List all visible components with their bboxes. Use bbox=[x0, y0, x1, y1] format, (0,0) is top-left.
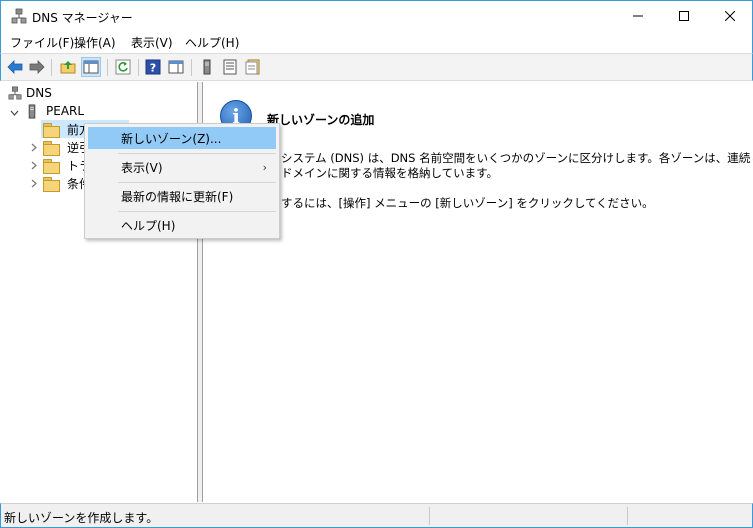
show-hide-tree-button[interactable] bbox=[81, 57, 101, 77]
properties-icon bbox=[245, 59, 260, 75]
menu-view[interactable]: 表示(V) bbox=[131, 34, 173, 51]
content-pane: i 新しいゾーンの追加 システム (DNS) は、DNS 名前空間をいくつかのゾ… bbox=[202, 82, 753, 502]
tree-item-dns[interactable]: DNS bbox=[8, 84, 52, 102]
back-button[interactable] bbox=[6, 58, 24, 76]
context-item-help[interactable]: ヘルプ(H) bbox=[88, 214, 276, 236]
context-item-view[interactable]: 表示(V) › bbox=[88, 156, 276, 178]
context-menu: 新しいゾーン(Z)... 表示(V) › 最新の情報に更新(F) ヘルプ(H) bbox=[84, 123, 280, 239]
server-button[interactable] bbox=[198, 58, 216, 76]
back-icon bbox=[7, 60, 23, 74]
menu-file[interactable]: ファイル(F) bbox=[10, 34, 74, 51]
menu-help[interactable]: ヘルプ(H) bbox=[185, 34, 239, 51]
show-hide-tree-icon bbox=[83, 60, 99, 74]
tree-item-pearl[interactable]: PEARL bbox=[26, 102, 84, 120]
context-separator bbox=[118, 211, 276, 212]
folder-icon bbox=[43, 140, 60, 156]
folder-icon bbox=[43, 176, 60, 192]
context-separator bbox=[118, 182, 276, 183]
help-icon: ? bbox=[145, 59, 161, 75]
server-icon bbox=[28, 103, 36, 119]
tree-label-pearl: PEARL bbox=[46, 104, 85, 118]
server-icon bbox=[203, 59, 211, 75]
action-pane-button[interactable] bbox=[167, 58, 185, 76]
folder-icon bbox=[43, 158, 60, 174]
chevron-right-icon[interactable] bbox=[29, 142, 39, 152]
info-paragraph-line2: ドメインに関する情報を格納しています。 bbox=[281, 166, 499, 180]
context-item-label: 表示(V) bbox=[121, 160, 163, 175]
forward-button[interactable] bbox=[28, 58, 46, 76]
menu-bar: ファイル(F) 操作(A) 表示(V) ヘルプ(H) bbox=[0, 31, 753, 53]
context-item-label: ヘルプ(H) bbox=[121, 218, 176, 233]
status-bar: 新しいゾーンを作成します。 bbox=[0, 503, 753, 528]
tree-label-dns: DNS bbox=[26, 86, 52, 100]
chevron-right-icon[interactable] bbox=[29, 178, 39, 188]
close-button[interactable] bbox=[707, 1, 753, 31]
list-icon bbox=[223, 59, 237, 75]
maximize-button[interactable] bbox=[661, 1, 707, 31]
up-folder-button[interactable] bbox=[59, 58, 77, 76]
help-button[interactable]: ? bbox=[144, 58, 162, 76]
menu-action[interactable]: 操作(A) bbox=[74, 34, 116, 51]
info-paragraph-2: するには、[操作] メニューの [新しいゾーン] をクリックしてください。 bbox=[281, 196, 654, 210]
list-button[interactable] bbox=[221, 58, 239, 76]
context-item-new-zone[interactable]: 新しいゾーン(Z)... bbox=[88, 127, 276, 149]
status-divider bbox=[429, 507, 430, 525]
toolbar: ? bbox=[0, 53, 753, 81]
context-separator bbox=[118, 153, 276, 154]
refresh-button[interactable] bbox=[114, 58, 132, 76]
minimize-icon bbox=[633, 15, 643, 17]
chevron-right-icon[interactable] bbox=[29, 160, 39, 170]
folder-icon bbox=[43, 122, 60, 138]
refresh-icon bbox=[115, 59, 131, 75]
properties-button[interactable] bbox=[244, 58, 262, 76]
context-item-label: 最新の情報に更新(F) bbox=[121, 189, 234, 204]
chevron-right-icon: › bbox=[262, 160, 267, 174]
close-icon bbox=[725, 11, 735, 21]
svg-text:?: ? bbox=[150, 62, 156, 75]
chevron-down-icon[interactable] bbox=[9, 108, 19, 118]
dns-app-icon bbox=[11, 8, 27, 24]
info-title: 新しいゾーンの追加 bbox=[267, 113, 375, 127]
minimize-button[interactable] bbox=[615, 1, 661, 31]
action-pane-icon bbox=[168, 60, 184, 74]
maximize-icon bbox=[679, 11, 689, 21]
title-bar: DNS マネージャー bbox=[0, 0, 753, 31]
up-folder-icon bbox=[60, 61, 76, 74]
window-title: DNS マネージャー bbox=[32, 11, 133, 25]
context-item-label: 新しいゾーン(Z)... bbox=[121, 131, 222, 146]
status-text: 新しいゾーンを作成します。 bbox=[4, 511, 159, 525]
forward-icon bbox=[29, 60, 45, 74]
info-paragraph-line1: システム (DNS) は、DNS 名前空間をいくつかのゾーンに区分けします。各ゾ… bbox=[281, 151, 753, 165]
status-divider bbox=[627, 507, 628, 525]
dns-icon bbox=[8, 86, 22, 100]
context-item-refresh[interactable]: 最新の情報に更新(F) bbox=[88, 185, 276, 207]
